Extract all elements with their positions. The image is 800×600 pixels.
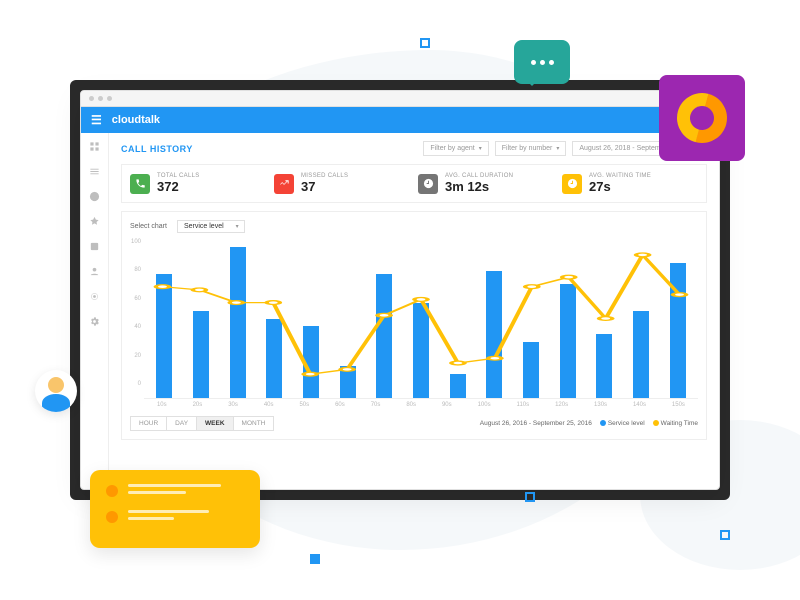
legend-daterange: August 26, 2016 - September 25, 2016	[480, 420, 592, 427]
phone-icon	[130, 174, 150, 194]
filter-number[interactable]: Filter by number▾	[495, 141, 567, 156]
decorative-square-outline	[420, 38, 430, 48]
stat-card: MISSED CALLS37	[274, 173, 410, 194]
stat-card: AVG. WAITING TIME27s	[562, 173, 698, 194]
sidebar-icon[interactable]	[89, 291, 100, 302]
decorative-square-outline	[720, 530, 730, 540]
time-tab-day[interactable]: DAY	[167, 417, 197, 430]
sidebar-settings-icon[interactable]	[89, 316, 100, 327]
avatar-icon	[35, 370, 77, 412]
donut-chart-icon	[659, 75, 745, 161]
chart-select-label: Select chart	[130, 223, 167, 230]
stats-row: TOTAL CALLS372 MISSED CALLS37 AVG. CALL DU…	[121, 164, 707, 203]
sidebar-icon[interactable]	[89, 191, 100, 202]
sidebar	[81, 133, 109, 489]
stat-value: 3m 12s	[445, 179, 513, 194]
decorative-square	[310, 554, 320, 564]
stat-value: 37	[301, 179, 348, 194]
chart-plot	[144, 239, 698, 399]
decorative-square-outline	[525, 492, 535, 502]
chart-y-axis: 100806040200	[130, 239, 144, 399]
app-name: cloudtalk	[112, 114, 160, 126]
stat-card: TOTAL CALLS372	[130, 173, 266, 194]
sidebar-icon[interactable]	[89, 241, 100, 252]
missed-icon	[274, 174, 294, 194]
chart-x-axis: 10s20s30s40s50s60s70s80s90s100s110s120s1…	[144, 402, 698, 408]
chart-select[interactable]: Service level	[177, 220, 245, 233]
filter-agent[interactable]: Filter by agent▾	[423, 141, 488, 156]
sidebar-icon[interactable]	[89, 216, 100, 227]
sidebar-icon[interactable]	[89, 141, 100, 152]
clock-icon	[418, 174, 438, 194]
window-titlebar	[81, 91, 719, 107]
app-window: ☰ cloudtalk CALL HISTORY Filter by agent…	[80, 90, 720, 490]
stat-card: AVG. CALL DURATION3m 12s	[418, 173, 554, 194]
sidebar-icon[interactable]	[89, 166, 100, 177]
page-title: CALL HISTORY	[121, 144, 193, 154]
stat-value: 27s	[589, 179, 651, 194]
time-tab-hour[interactable]: HOUR	[131, 417, 167, 430]
time-tab-week[interactable]: WEEK	[197, 417, 234, 430]
list-card-icon	[90, 470, 260, 548]
sidebar-icon[interactable]	[89, 266, 100, 277]
clock-icon	[562, 174, 582, 194]
menu-icon[interactable]: ☰	[91, 113, 102, 127]
chart-panel: Select chart Service level 100806040200 …	[121, 211, 707, 440]
time-range-tabs: HOURDAYWEEKMONTH	[130, 416, 274, 431]
chart-legend: August 26, 2016 - September 25, 2016 Ser…	[480, 420, 698, 427]
app-header: ☰ cloudtalk	[81, 107, 719, 133]
time-tab-month[interactable]: MONTH	[234, 417, 274, 430]
chat-bubble-icon	[514, 40, 570, 84]
stat-value: 372	[157, 179, 200, 194]
